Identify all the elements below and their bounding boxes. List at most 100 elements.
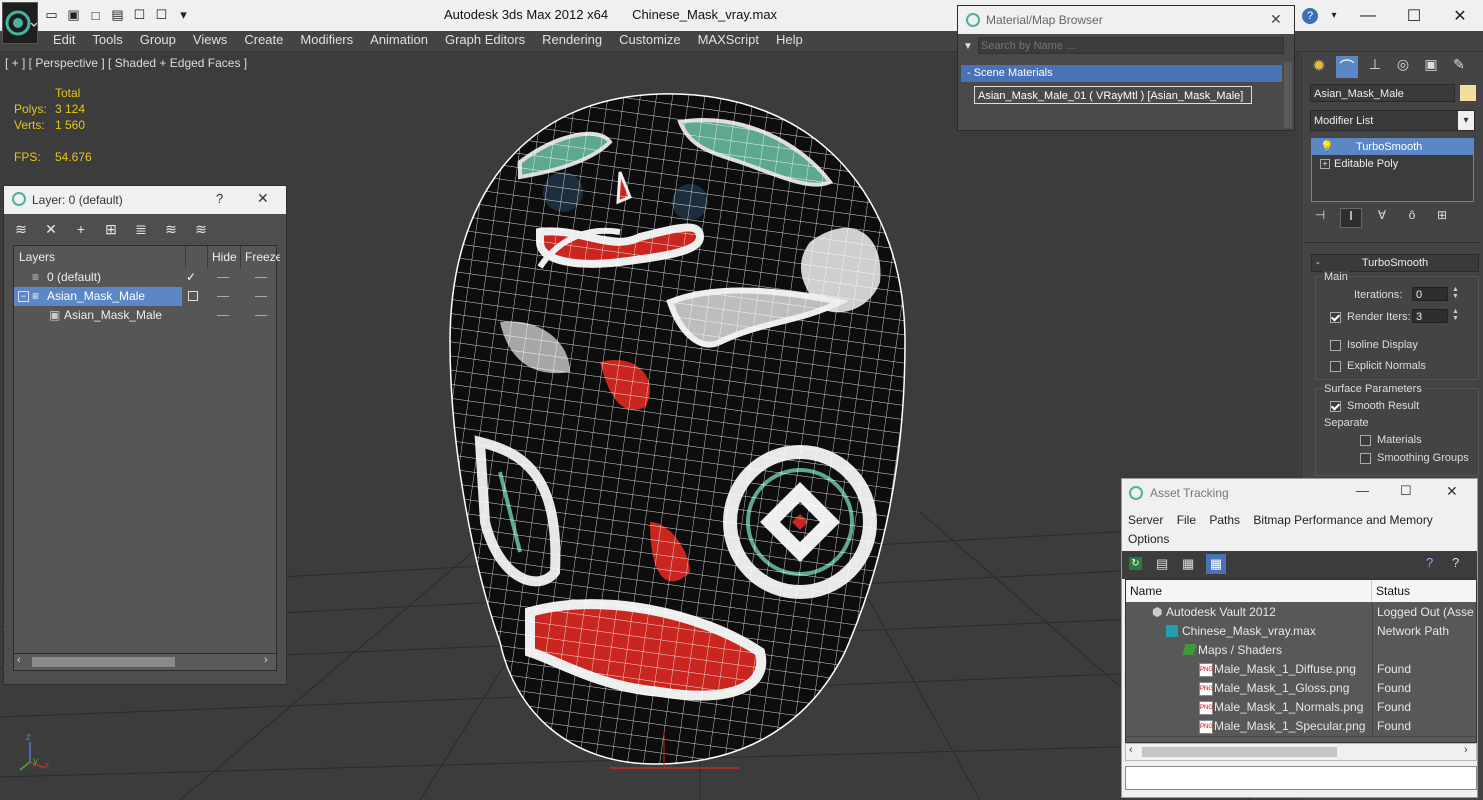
window-icon[interactable]: ☐ [130, 6, 149, 24]
expand-icon[interactable]: + [1320, 159, 1330, 169]
column-header-hide[interactable]: Hide [208, 246, 241, 268]
object-name-field[interactable]: Asian_Mask_Male [1310, 84, 1455, 102]
motion-tab-icon[interactable]: ◎ [1392, 56, 1414, 78]
scrollbar-thumb[interactable] [1142, 747, 1337, 757]
menu-rendering[interactable]: Rendering [542, 32, 602, 47]
path-input[interactable] [1125, 766, 1477, 790]
set-current-icon[interactable] [188, 291, 198, 301]
highlight-layer-icon[interactable]: ≣ [130, 218, 152, 240]
make-unique-icon[interactable]: ∀ [1372, 208, 1392, 226]
chevron-right-icon[interactable]: › [1464, 744, 1468, 756]
column-header-status[interactable]: Status [1376, 580, 1410, 602]
window-icon[interactable]: ☐ [152, 6, 171, 24]
minimize-icon[interactable]: — [1356, 483, 1369, 498]
table-view-icon[interactable]: ▦ [1206, 554, 1226, 574]
menu-options[interactable]: Options [1128, 532, 1169, 546]
object-color-swatch[interactable] [1460, 85, 1476, 101]
chevron-right-icon[interactable]: › [264, 654, 268, 666]
freeze-toggle[interactable] [255, 296, 267, 297]
smoothing-groups-checkbox[interactable] [1360, 452, 1371, 464]
column-header-layers[interactable]: Layers [14, 246, 186, 268]
smooth-result-checkbox[interactable] [1330, 400, 1341, 412]
refresh-icon[interactable]: ↻ [1129, 557, 1142, 570]
remove-modifier-icon[interactable]: ô [1402, 208, 1422, 226]
column-header-freeze[interactable]: Freeze [241, 246, 280, 268]
rollout-turbosmooth[interactable]: - TurboSmooth [1311, 254, 1479, 272]
table-row[interactable]: Maps / Shaders [1126, 641, 1476, 661]
render-iters-spinner[interactable]: 3 [1412, 309, 1448, 323]
smooth-result-row[interactable]: Smooth Result [1330, 400, 1419, 412]
materials-checkbox[interactable] [1360, 434, 1371, 446]
render-iters-row[interactable]: Render Iters: [1330, 311, 1411, 323]
vertical-scrollbar[interactable] [1284, 62, 1292, 128]
open-file-icon[interactable]: ▭ [42, 6, 61, 24]
pin-stack-icon[interactable]: ⊣ [1310, 208, 1330, 226]
menu-maxscript[interactable]: MAXScript [698, 32, 759, 47]
app-logo-icon[interactable] [2, 2, 38, 44]
hide-toggle[interactable] [217, 277, 229, 278]
display-tab-icon[interactable]: ▣ [1420, 56, 1442, 78]
material-item[interactable]: Asian_Mask_Male_01 ( VRayMtl ) [Asian_Ma… [974, 86, 1252, 104]
explicit-normals-checkbox[interactable] [1330, 360, 1341, 372]
materials-row[interactable]: Materials [1360, 434, 1422, 446]
stack-item-editable-poly[interactable]: + Editable Poly [1312, 156, 1473, 172]
thumbnail-view-icon[interactable]: ▦ [1182, 556, 1194, 572]
table-row[interactable]: PNG Male_Mask_1_Gloss.png Found [1126, 679, 1476, 699]
menu-bitmap-performance[interactable]: Bitmap Performance and Memory [1253, 513, 1432, 527]
lightbulb-icon[interactable]: 💡 [1320, 139, 1334, 155]
spinner-arrows-icon[interactable]: ▲ ▼ [1452, 308, 1459, 322]
chevron-down-icon[interactable]: ▾ [1458, 111, 1474, 130]
horizontal-scrollbar[interactable]: ‹ › [13, 653, 277, 671]
menu-create[interactable]: Create [244, 32, 283, 47]
explicit-normals-row[interactable]: Explicit Normals [1330, 360, 1426, 372]
scene-materials-group[interactable]: - Scene Materials [961, 65, 1282, 82]
render-iters-checkbox[interactable] [1330, 311, 1341, 323]
modify-tab-icon[interactable]: ⌒ [1336, 56, 1358, 78]
help-icon[interactable]: ? [216, 191, 223, 206]
menu-tools[interactable]: Tools [92, 32, 122, 47]
menu-help[interactable]: Help [776, 32, 803, 47]
layer-row[interactable]: ≡ 0 (default) ✓ [14, 268, 276, 287]
context-help-icon[interactable]: ? [1452, 555, 1459, 570]
stack-item-turbosmooth[interactable]: 💡 TurboSmooth [1312, 139, 1473, 155]
save-icon[interactable]: ▣ [64, 6, 83, 24]
add-to-layer-icon[interactable]: + [70, 218, 92, 240]
layer-window-titlebar[interactable]: Layer: 0 (default) ? ✕ [4, 186, 286, 214]
hierarchy-tab-icon[interactable]: ⊥ [1364, 56, 1386, 78]
table-row[interactable]: PNG Male_Mask_1_Normals.png Found [1126, 698, 1476, 718]
menu-modifiers[interactable]: Modifiers [300, 32, 353, 47]
hold-icon[interactable]: ▤ [108, 6, 127, 24]
hide-toggle[interactable] [217, 296, 229, 297]
chevron-left-icon[interactable]: ‹ [1129, 744, 1133, 756]
table-row[interactable]: ⬢ Autodesk Vault 2012 Logged Out (Asse [1126, 603, 1476, 623]
horizontal-scrollbar[interactable]: ‹ › [1125, 743, 1477, 761]
hide-all-icon[interactable]: ≋ [160, 218, 182, 240]
column-header-current[interactable] [185, 246, 208, 268]
chevron-down-icon[interactable]: ▼ [963, 41, 973, 52]
close-icon[interactable]: ✕ [257, 190, 269, 207]
select-objects-icon[interactable]: ⊞ [100, 218, 122, 240]
dropdown-icon[interactable]: ▾ [174, 6, 193, 24]
close-icon[interactable]: ✕ [1270, 11, 1282, 28]
help-icon[interactable]: ? [1297, 0, 1323, 31]
chevron-down-icon[interactable]: ▾ [1323, 0, 1345, 31]
configure-sets-icon[interactable]: ⊞ [1432, 208, 1452, 226]
isoline-checkbox[interactable] [1330, 339, 1341, 351]
delete-layer-icon[interactable]: ✕ [40, 218, 62, 240]
column-header-name[interactable]: Name [1130, 580, 1162, 602]
menu-paths[interactable]: Paths [1209, 513, 1240, 527]
menu-group[interactable]: Group [140, 32, 176, 47]
new-icon[interactable]: □ [86, 6, 105, 24]
search-input[interactable] [978, 37, 1284, 54]
new-layer-icon[interactable]: ≋ [10, 218, 32, 240]
freeze-toggle[interactable] [255, 277, 267, 278]
table-row[interactable]: Chinese_Mask_vray.max Network Path [1126, 622, 1476, 642]
menu-edit[interactable]: Edit [53, 32, 75, 47]
spinner-arrows-icon[interactable]: ▲ ▼ [1452, 286, 1459, 300]
table-row[interactable]: PNG Male_Mask_1_Diffuse.png Found [1126, 660, 1476, 680]
menu-file[interactable]: File [1177, 513, 1196, 527]
collapse-icon[interactable]: − [18, 291, 29, 302]
chevron-left-icon[interactable]: ‹ [17, 654, 21, 666]
scrollbar-thumb[interactable] [32, 657, 175, 667]
close-icon[interactable]: ✕ [1437, 0, 1483, 31]
